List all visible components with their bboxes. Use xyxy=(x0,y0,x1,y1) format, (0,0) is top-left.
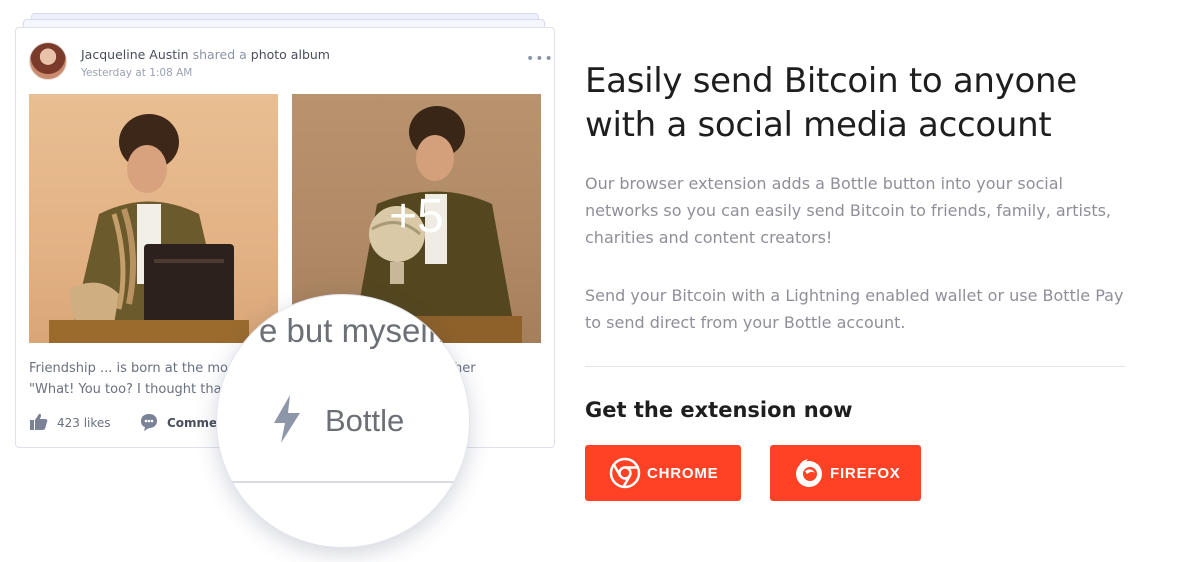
avatar[interactable] xyxy=(29,42,67,80)
firefox-extension-button[interactable]: FIREFOX xyxy=(770,445,921,501)
magnifier-zoom: e but myself. Bottle xyxy=(216,294,470,548)
post-action-text: shared a xyxy=(192,47,247,62)
post-timestamp: Yesterday at 1:08 AM xyxy=(81,67,193,79)
firefox-icon xyxy=(796,459,822,487)
more-options-icon[interactable]: ••• xyxy=(526,51,554,67)
album-photo-1[interactable] xyxy=(29,94,278,343)
description-paragraph-2: Send your Bitcoin with a Lightning enabl… xyxy=(585,286,1124,332)
caption-line-2: "What! You too? I thought tha xyxy=(29,382,222,397)
page-title: Easily send Bitcoin to anyone with a soc… xyxy=(585,61,1077,145)
likes-count[interactable]: 423 likes xyxy=(57,416,111,430)
description-paragraph-1: Our browser extension adds a Bottle butt… xyxy=(585,174,1112,247)
more-photos-count[interactable]: +5 xyxy=(292,189,541,244)
bottle-button-label[interactable]: Bottle xyxy=(325,403,404,439)
magnifier-divider xyxy=(217,481,469,483)
lightning-bolt-icon xyxy=(274,395,300,443)
post-header: Jacqueline Austin shared a photo album xyxy=(81,47,330,62)
chrome-extension-button[interactable]: CHROME xyxy=(585,445,741,501)
author-name[interactable]: Jacqueline Austin xyxy=(81,47,189,62)
caption-line-1: Friendship ... is born at the mo xyxy=(29,361,229,376)
comment-icon[interactable] xyxy=(139,412,159,432)
section-divider xyxy=(585,366,1125,367)
chrome-icon xyxy=(609,457,641,489)
extension-heading: Get the extension now xyxy=(585,398,853,422)
post-object[interactable]: photo album xyxy=(251,47,330,62)
firefox-button-label: FIREFOX xyxy=(830,464,901,482)
magnified-caption-text: e but myself. xyxy=(259,312,447,349)
man-with-rope-illustration xyxy=(49,114,249,343)
thumbs-up-icon[interactable] xyxy=(29,412,49,432)
chrome-button-label: CHROME xyxy=(647,464,719,482)
